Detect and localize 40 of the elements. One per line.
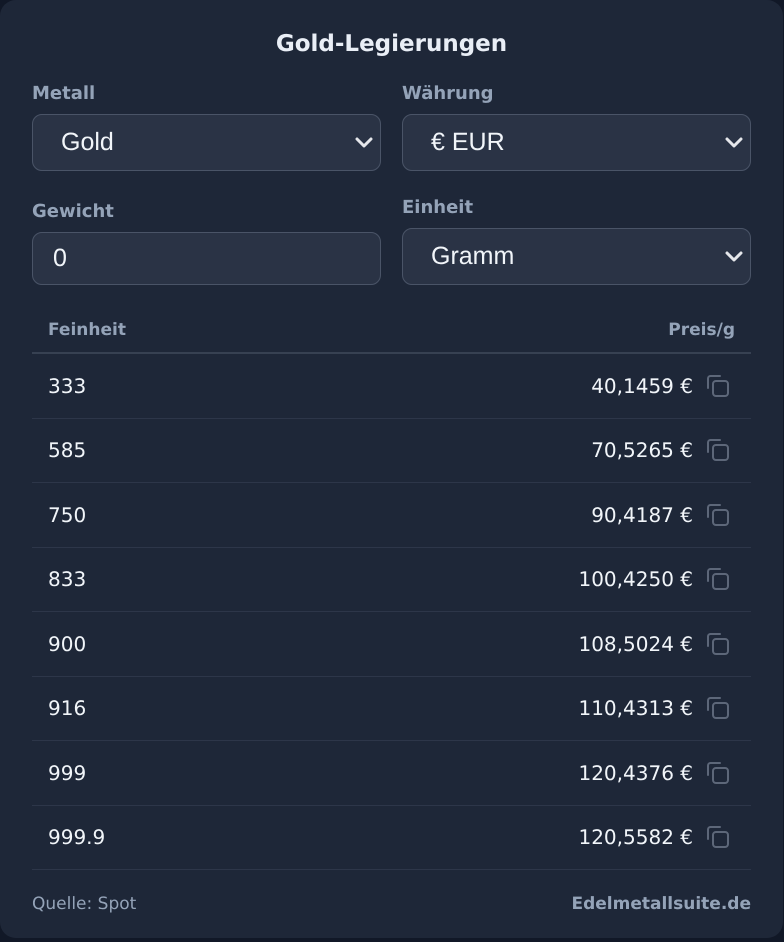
field-label: Einheit: [402, 196, 474, 220]
copy-icon[interactable]: [706, 502, 730, 527]
input-field[interactable]: 0: [32, 232, 381, 285]
column-header: Feinheit: [48, 319, 126, 342]
table-cell: 70,5265 €: [591, 438, 693, 462]
copy-icon[interactable]: [706, 825, 730, 850]
dropdown[interactable]: Gold: [32, 114, 381, 171]
copy-icon[interactable]: [706, 567, 730, 592]
source-text: Quelle: Spot: [32, 893, 136, 916]
card-title: Gold-Legierungen: [274, 30, 508, 59]
table-cell: 833: [48, 567, 86, 592]
table-cell: 108,5024 €: [578, 632, 693, 656]
copy-icon[interactable]: [706, 696, 730, 720]
chevron-down-icon: [355, 137, 373, 148]
table-cell: 90,4187 €: [591, 502, 693, 527]
table-cell: 100,4250 €: [578, 567, 693, 592]
column-header: Preis/g: [668, 319, 735, 342]
table-cell: 585: [48, 438, 86, 462]
copy-icon[interactable]: [706, 632, 730, 656]
table-cell: 999.9: [48, 825, 106, 850]
copy-icon[interactable]: [706, 438, 730, 462]
table-cell: 120,4376 €: [578, 760, 693, 785]
chevron-down-icon: [725, 251, 743, 262]
field-label: Metall: [32, 82, 96, 106]
table-cell: 110,4313 €: [578, 696, 693, 720]
table-cell: 900: [48, 632, 86, 656]
table-cell: 40,1459 €: [591, 374, 693, 398]
site-link[interactable]: Edelmetallsuite.de: [572, 892, 751, 916]
table-cell: 916: [48, 696, 86, 720]
table-cell: 750: [48, 502, 86, 527]
copy-icon[interactable]: [706, 374, 730, 398]
field-label: Gewicht: [32, 200, 114, 224]
table-cell: 999: [48, 760, 86, 785]
dropdown[interactable]: Gramm: [402, 228, 751, 285]
chevron-down-icon: [725, 137, 743, 148]
dropdown[interactable]: € EUR: [402, 114, 751, 171]
table-cell: 120,5582 €: [578, 825, 693, 850]
field-label: Währung: [402, 82, 494, 106]
copy-icon[interactable]: [706, 760, 730, 785]
table-cell: 333: [48, 374, 86, 398]
